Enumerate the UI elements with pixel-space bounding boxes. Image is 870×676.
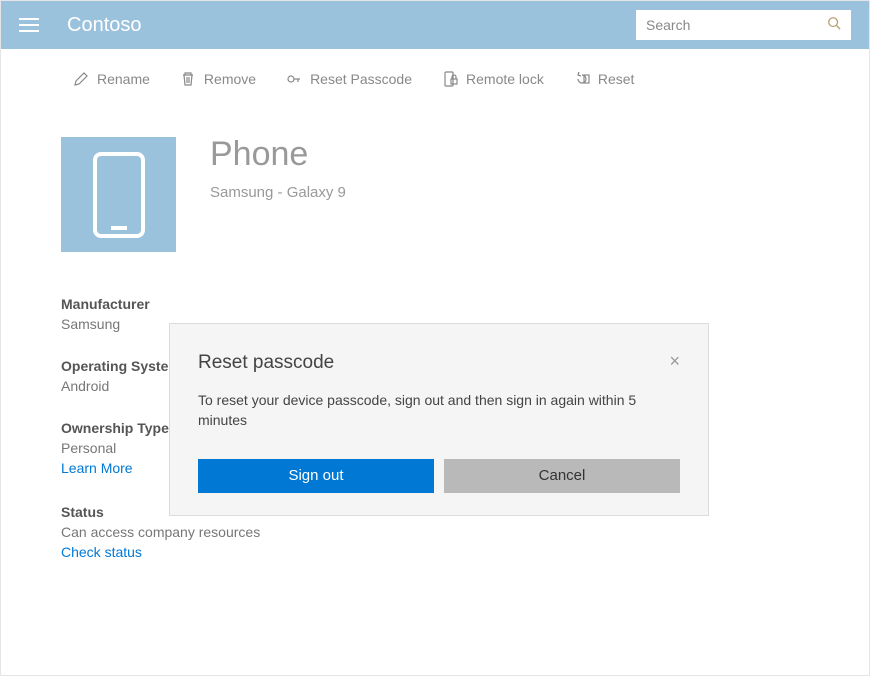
device-title: Phone xyxy=(210,135,346,174)
device-header: Phone Samsung - Galaxy 9 xyxy=(1,109,869,252)
reset-label: Reset xyxy=(598,71,635,87)
sign-out-button[interactable]: Sign out xyxy=(198,459,434,493)
reset-button[interactable]: Reset xyxy=(574,71,635,87)
rename-label: Rename xyxy=(97,71,150,87)
rename-button[interactable]: Rename xyxy=(73,71,150,87)
close-icon[interactable]: × xyxy=(669,352,680,370)
dialog-title: Reset passcode xyxy=(198,352,334,374)
device-subtitle: Samsung - Galaxy 9 xyxy=(210,184,346,201)
device-tile-icon xyxy=(61,137,176,252)
check-status-link[interactable]: Check status xyxy=(61,544,142,560)
remove-button[interactable]: Remove xyxy=(180,71,256,87)
search-box[interactable] xyxy=(636,10,851,40)
dialog-body: To reset your device passcode, sign out … xyxy=(198,390,680,431)
top-bar: Contoso xyxy=(1,1,869,49)
reset-passcode-dialog: Reset passcode × To reset your device pa… xyxy=(169,323,709,516)
menu-icon[interactable] xyxy=(19,18,39,32)
remove-label: Remove xyxy=(204,71,256,87)
toolbar: Rename Remove Reset Passcode Remote lock… xyxy=(1,49,869,109)
manufacturer-label: Manufacturer xyxy=(61,296,869,312)
status-value: Can access company resources xyxy=(61,524,869,540)
search-input[interactable] xyxy=(646,17,827,33)
cancel-button[interactable]: Cancel xyxy=(444,459,680,493)
reset-passcode-button[interactable]: Reset Passcode xyxy=(286,71,412,87)
search-icon[interactable] xyxy=(827,16,841,35)
brand-title: Contoso xyxy=(67,14,142,37)
reset-passcode-label: Reset Passcode xyxy=(310,71,412,87)
remote-lock-button[interactable]: Remote lock xyxy=(442,71,544,87)
remote-lock-label: Remote lock xyxy=(466,71,544,87)
learn-more-link[interactable]: Learn More xyxy=(61,460,133,476)
